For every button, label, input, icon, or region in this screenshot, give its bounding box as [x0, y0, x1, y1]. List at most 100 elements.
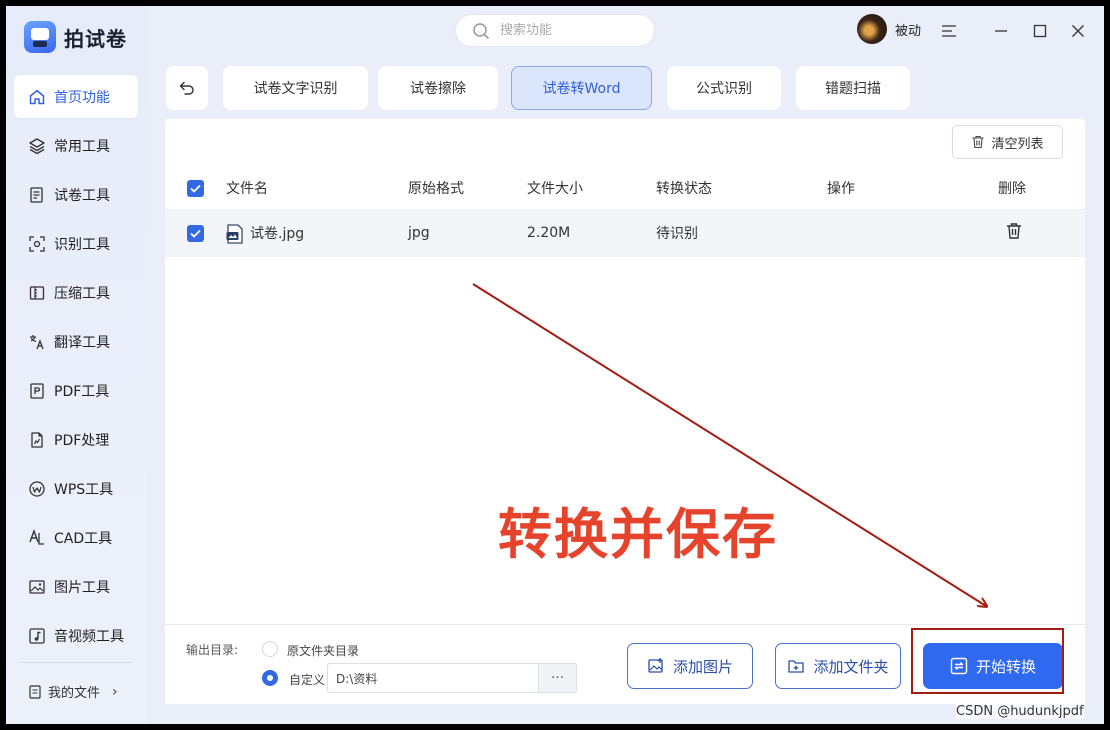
app-name: 拍试卷: [64, 26, 127, 51]
delete-row-button[interactable]: [1005, 222, 1023, 244]
annotation-highlight-box: [911, 628, 1064, 694]
table-row[interactable]: 试卷.jpg jpg 2.20M 待识别: [165, 209, 1085, 257]
close-button[interactable]: [1067, 20, 1089, 42]
chevron-right-icon: ›: [112, 683, 118, 700]
output-path-field[interactable]: ···: [327, 663, 577, 693]
sidebar-item-common-tools[interactable]: 常用工具: [14, 124, 138, 167]
maximize-icon: [1033, 24, 1047, 38]
image-file-icon: [226, 224, 243, 244]
sidebar-item-translate-tools[interactable]: 翻译工具: [14, 320, 138, 363]
trash-icon: [972, 135, 984, 149]
app-logo: 拍试卷: [24, 21, 127, 53]
row-checkbox[interactable]: [187, 225, 204, 242]
search-box[interactable]: [455, 14, 655, 47]
sidebar-item-label: 音视频工具: [54, 628, 124, 645]
sidebar-item-pdf-process[interactable]: PDF处理: [14, 418, 138, 461]
paper-icon: [30, 186, 43, 203]
maximize-button[interactable]: [1029, 20, 1051, 42]
tab-paper-to-word[interactable]: 试卷转Word: [511, 66, 652, 110]
header-action: 操作: [827, 181, 855, 197]
trash-icon: [1007, 223, 1021, 239]
back-button[interactable]: [166, 66, 208, 110]
user-profile[interactable]: 被动: [857, 14, 921, 44]
sidebar-item-label: 首页功能: [54, 89, 110, 106]
tab-paper-erase[interactable]: 试卷擦除: [378, 66, 498, 110]
undo-icon: [179, 81, 194, 95]
add-folder-label: 添加文件夹: [813, 657, 889, 676]
sidebar-item-label: 图片工具: [54, 579, 110, 596]
sidebar-item-label: 识别工具: [54, 236, 110, 253]
add-image-label: 添加图片: [672, 657, 733, 676]
tab-label: 试卷擦除: [410, 81, 466, 97]
cad-icon: [29, 528, 44, 545]
radio-original-folder[interactable]: [262, 641, 278, 657]
cell-status: 待识别: [656, 226, 698, 242]
sidebar-item-cad-tools[interactable]: CAD工具: [14, 516, 138, 559]
tab-paper-ocr[interactable]: 试卷文字识别: [223, 66, 368, 110]
select-all-checkbox[interactable]: [187, 180, 204, 197]
header-filename: 文件名: [226, 181, 268, 197]
search-icon: [473, 22, 489, 39]
sidebar-nav: 首页功能 常用工具 试卷工具 识别工具 压缩工具 翻译工具 PDF工具 PDF处…: [14, 75, 138, 663]
music-icon: [29, 627, 45, 644]
pdf-edit-icon: [31, 431, 43, 448]
sidebar-item-image-tools[interactable]: 图片工具: [14, 565, 138, 608]
tab-label: 试卷转Word: [542, 81, 621, 97]
tab-label: 公式识别: [696, 81, 752, 97]
annotation-text: 转换并保存: [498, 503, 778, 566]
image-icon: [29, 579, 45, 594]
tab-label: 试卷文字识别: [253, 81, 338, 97]
wps-icon: [29, 480, 45, 497]
cell-format: jpg: [408, 225, 430, 241]
tab-formula-ocr[interactable]: 公式识别: [667, 66, 781, 110]
sidebar-item-label: 试卷工具: [54, 187, 110, 204]
sidebar-divider: [18, 662, 134, 663]
clear-list-button[interactable]: 清空列表: [952, 125, 1063, 159]
sidebar-item-pdf-tools[interactable]: PDF工具: [14, 369, 138, 412]
sidebar-item-label: PDF处理: [54, 432, 110, 449]
radio-original-folder-label: 原文件夹目录: [287, 644, 360, 658]
header-format: 原始格式: [408, 181, 464, 197]
browse-ellipsis: ···: [550, 670, 565, 686]
sidebar-item-av-tools[interactable]: 音视频工具: [14, 614, 138, 657]
menu-icon: [942, 25, 956, 37]
sidebar-item-label: 翻译工具: [54, 334, 110, 351]
sidebar-item-wps-tools[interactable]: WPS工具: [14, 467, 138, 510]
header-status: 转换状态: [656, 181, 712, 197]
check-icon: [190, 229, 201, 238]
file-list-icon: [29, 684, 41, 699]
sidebar-item-compress-tools[interactable]: 压缩工具: [14, 271, 138, 314]
sidebar-item-label: 常用工具: [54, 138, 110, 155]
add-folder-icon: [788, 660, 805, 673]
scan-icon: [29, 235, 45, 252]
browse-folder-button[interactable]: ···: [538, 664, 576, 692]
watermark: CSDN @hudunkjpdf: [956, 704, 1084, 719]
logo-icon: [24, 21, 56, 53]
sidebar-item-paper-tools[interactable]: 试卷工具: [14, 173, 138, 216]
sidebar-item-home[interactable]: 首页功能: [14, 75, 138, 118]
avatar[interactable]: [857, 14, 887, 44]
layers-icon: [29, 137, 45, 154]
sidebar-item-label: WPS工具: [54, 481, 114, 498]
my-files-label: 我的文件: [48, 686, 101, 701]
sidebar-item-recognition-tools[interactable]: 识别工具: [14, 222, 138, 265]
output-path-input[interactable]: [328, 664, 538, 692]
user-name: 被动: [895, 23, 922, 39]
minimize-icon: [995, 30, 1007, 32]
sidebar-item-label: 压缩工具: [54, 285, 110, 302]
cell-filename: 试卷.jpg: [250, 226, 305, 242]
add-folder-button[interactable]: 添加文件夹: [775, 643, 901, 689]
sidebar-item-label: CAD工具: [54, 530, 113, 547]
menu-button[interactable]: [938, 20, 960, 42]
radio-custom-folder[interactable]: [262, 670, 278, 686]
clear-list-label: 清空列表: [991, 136, 1044, 152]
my-files-link[interactable]: 我的文件 ›: [28, 682, 118, 701]
add-image-button[interactable]: 添加图片: [627, 643, 753, 689]
add-image-icon: [648, 658, 663, 673]
sidebar: 拍试卷 首页功能 常用工具 试卷工具 识别工具 压缩工具 翻译工具 PDF工具 …: [6, 6, 146, 724]
tab-wrong-question-scan[interactable]: 错题扫描: [796, 66, 910, 110]
header-size: 文件大小: [527, 181, 583, 197]
minimize-button[interactable]: [990, 20, 1012, 42]
search-input[interactable]: [500, 23, 630, 38]
header-delete: 删除: [998, 181, 1026, 197]
